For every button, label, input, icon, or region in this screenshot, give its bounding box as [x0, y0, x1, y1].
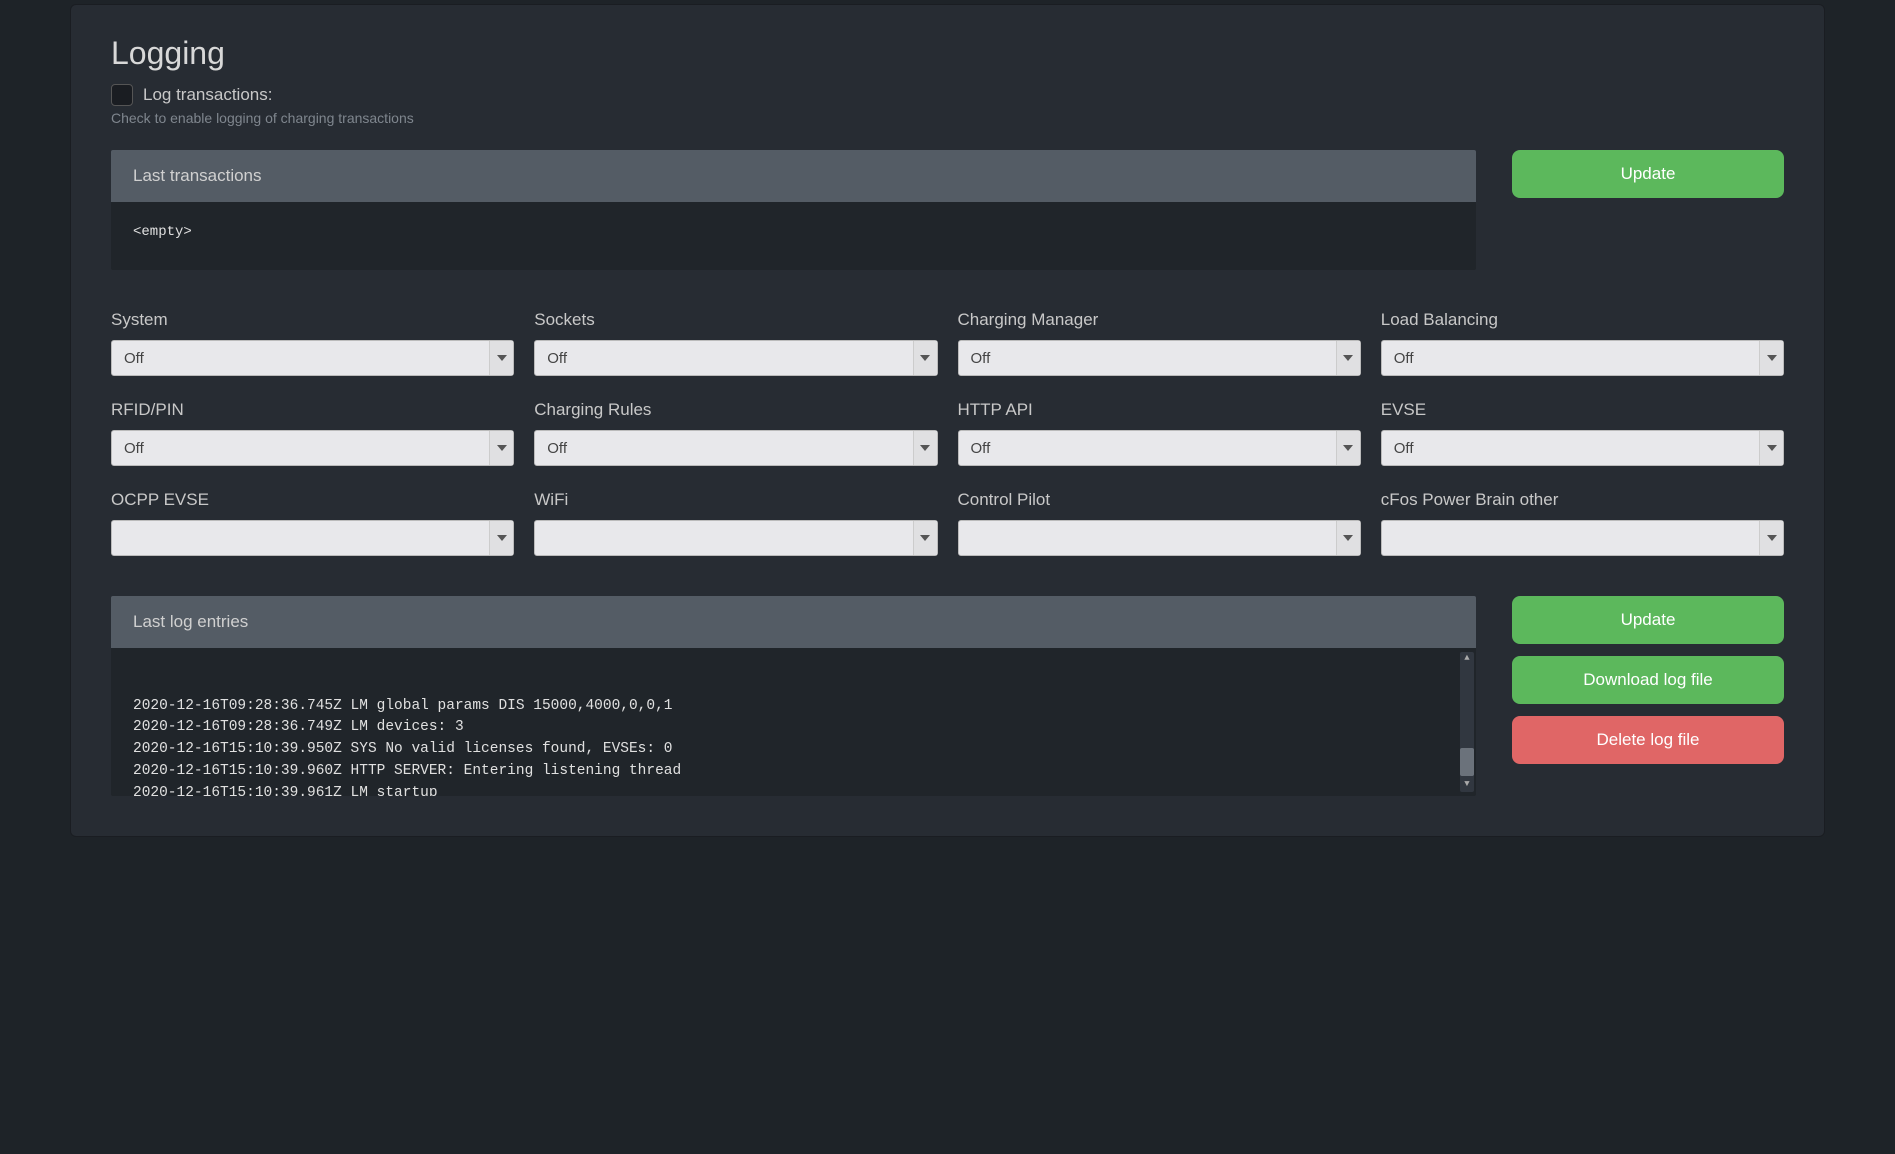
logging-panel: Logging Log transactions: Check to enabl…: [70, 4, 1825, 837]
page-title: Logging: [111, 35, 1784, 72]
select-label: System: [111, 310, 514, 330]
select-cell: HTTP API Off: [958, 400, 1361, 466]
select-cell: Load Balancing Off: [1381, 310, 1784, 376]
select-cell: Charging Manager Off: [958, 310, 1361, 376]
last-transactions-header: Last transactions: [111, 150, 1476, 202]
select-value: Off: [112, 350, 489, 367]
select-label: Control Pilot: [958, 490, 1361, 510]
chevron-down-icon: [489, 521, 513, 555]
select-value: Off: [535, 440, 912, 457]
delete-log-button[interactable]: Delete log file: [1512, 716, 1784, 764]
select-cell: Control Pilot: [958, 490, 1361, 556]
chevron-down-icon: [489, 431, 513, 465]
chevron-down-icon: [1759, 431, 1783, 465]
scrollbar-thumb[interactable]: [1460, 748, 1474, 776]
select-value: Off: [1382, 350, 1759, 367]
scroll-down-icon[interactable]: ▼: [1460, 778, 1474, 792]
chevron-down-icon: [913, 341, 937, 375]
update-log-button[interactable]: Update: [1512, 596, 1784, 644]
last-transactions-body: <empty>: [111, 202, 1476, 270]
select-label: HTTP API: [958, 400, 1361, 420]
chevron-down-icon: [1336, 521, 1360, 555]
log-level-select[interactable]: Off: [958, 340, 1361, 376]
log-transactions-label: Log transactions:: [143, 85, 272, 105]
scroll-up-icon[interactable]: ▲: [1460, 652, 1474, 666]
last-transactions-block: Last transactions <empty>: [111, 150, 1476, 270]
select-cell: EVSE Off: [1381, 400, 1784, 466]
select-value: Off: [959, 350, 1336, 367]
select-label: Load Balancing: [1381, 310, 1784, 330]
select-label: OCPP EVSE: [111, 490, 514, 510]
select-label: EVSE: [1381, 400, 1784, 420]
log-transactions-help: Check to enable logging of charging tran…: [111, 110, 1784, 126]
last-log-block: Last log entries 2020-12-16T09:28:36.745…: [111, 596, 1476, 796]
log-level-selects-grid: SystemOffSocketsOffCharging ManagerOffLo…: [111, 310, 1784, 556]
select-cell: RFID/PIN Off: [111, 400, 514, 466]
chevron-down-icon: [489, 341, 513, 375]
log-level-select[interactable]: [958, 520, 1361, 556]
chevron-down-icon: [913, 521, 937, 555]
select-label: cFos Power Brain other: [1381, 490, 1784, 510]
select-label: Sockets: [534, 310, 937, 330]
select-value: Off: [1382, 440, 1759, 457]
select-label: RFID/PIN: [111, 400, 514, 420]
last-log-header: Last log entries: [111, 596, 1476, 648]
chevron-down-icon: [913, 431, 937, 465]
select-label: WiFi: [534, 490, 937, 510]
chevron-down-icon: [1759, 521, 1783, 555]
log-level-select[interactable]: [1381, 520, 1784, 556]
select-value: Off: [959, 440, 1336, 457]
select-value: Off: [535, 350, 912, 367]
select-cell: System Off: [111, 310, 514, 376]
update-transactions-button[interactable]: Update: [1512, 150, 1784, 198]
log-level-select[interactable]: Off: [111, 430, 514, 466]
select-cell: cFos Power Brain other: [1381, 490, 1784, 556]
select-label: Charging Rules: [534, 400, 937, 420]
select-cell: Charging Rules Off: [534, 400, 937, 466]
log-level-select[interactable]: Off: [111, 340, 514, 376]
last-log-body: 2020-12-16T09:28:36.745Z LM global param…: [111, 648, 1476, 796]
select-cell: OCPP EVSE: [111, 490, 514, 556]
chevron-down-icon: [1336, 431, 1360, 465]
select-label: Charging Manager: [958, 310, 1361, 330]
log-level-select[interactable]: Off: [958, 430, 1361, 466]
log-level-select[interactable]: Off: [1381, 340, 1784, 376]
log-level-select[interactable]: Off: [534, 340, 937, 376]
log-level-select[interactable]: [534, 520, 937, 556]
log-transactions-checkbox[interactable]: [111, 84, 133, 106]
select-cell: WiFi: [534, 490, 937, 556]
log-level-select[interactable]: Off: [1381, 430, 1784, 466]
download-log-button[interactable]: Download log file: [1512, 656, 1784, 704]
log-level-select[interactable]: Off: [534, 430, 937, 466]
select-cell: Sockets Off: [534, 310, 937, 376]
chevron-down-icon: [1759, 341, 1783, 375]
log-level-select[interactable]: [111, 520, 514, 556]
chevron-down-icon: [1336, 341, 1360, 375]
select-value: Off: [112, 440, 489, 457]
